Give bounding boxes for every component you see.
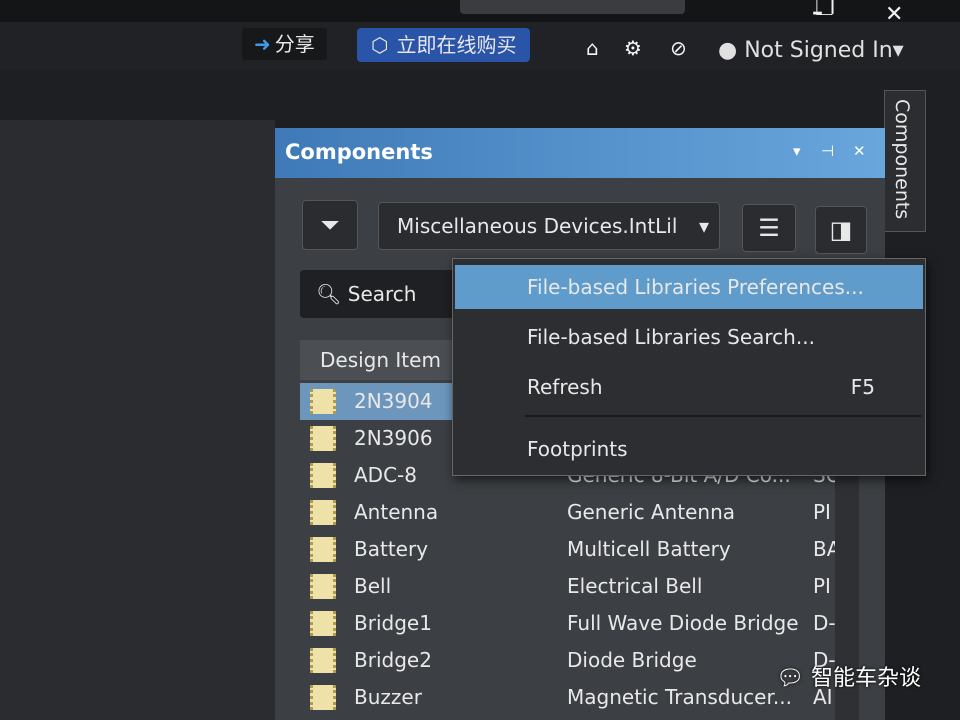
component-icon [310,389,336,414]
component-icon [310,648,336,673]
global-search-input[interactable] [460,0,685,14]
side-tab-components[interactable]: Components [884,90,926,232]
table-row[interactable]: Bridge2 Diode Bridge D- [300,642,835,679]
chevron-down-icon: ▾ [892,38,904,63]
panel-menu-button[interactable]: ▾ [793,142,801,160]
design-item-cell: Antenna [354,500,439,524]
library-cell: D- [813,611,835,635]
design-item-cell: Bridge1 [354,611,432,635]
share-button[interactable]: ➜ 分享 [242,28,327,60]
workspace [0,120,275,720]
pin-icon[interactable]: ⊣ [821,142,834,160]
menu-divider [525,415,921,417]
menu-item-libraries-search[interactable]: File-based Libraries Search... [455,315,923,359]
restore-button[interactable]: ❐ [815,0,835,21]
panel-title: Components [285,140,433,164]
search-placeholder: Search [347,282,417,306]
library-cell: PI [813,574,831,598]
home-icon[interactable]: ⌂ [586,36,599,60]
table-row[interactable]: Bell Electrical Bell PI [300,568,835,605]
bell-off-icon[interactable]: ⊘ [670,36,687,60]
menu-item-label: File-based Libraries Preferences... [527,275,864,299]
description-cell: Electrical Bell [567,574,703,598]
library-cell: PI [813,500,831,524]
description-cell: Magnetic Transducer... [567,685,792,709]
design-item-cell: Battery [354,537,429,561]
filter-button[interactable]: ⏷ [302,200,358,250]
table-row[interactable]: Bridge1 Full Wave Diode Bridge D- [300,605,835,642]
component-icon [310,611,336,636]
component-icon [310,685,336,710]
search-input[interactable]: 🔍︎ Search [300,270,460,318]
menu-item-preferences[interactable]: File-based Libraries Preferences... [455,265,923,309]
menu-item-label: Footprints [527,437,628,461]
library-dropdown[interactable]: Miscellaneous Devices.IntLil ▾ [378,202,720,250]
design-item-cell: 2N3904 [354,389,433,413]
user-menu[interactable]: ● Not Signed In▾ [718,38,904,63]
design-item-cell: ADC-8 [354,463,417,487]
design-item-cell: Bell [354,574,392,598]
user-icon: ● [718,38,738,63]
watermark: 💬︎ 智能车杂谈 [776,660,921,692]
component-icon [310,574,336,599]
split-panel-icon: ◨ [829,216,853,244]
filter-icon: ⏷ [320,211,340,239]
cube-icon: ⬡ [371,33,389,57]
table-row[interactable]: Battery Multicell Battery BA [300,531,835,568]
component-icon [310,500,336,525]
description-cell: Full Wave Diode Bridge [567,611,799,635]
menu-item-refresh[interactable]: Refresh F5 [455,365,923,409]
buy-online-button[interactable]: ⬡ 立即在线购买 [357,28,531,62]
description-cell: Multicell Battery [567,537,731,561]
library-cell: BA [813,537,835,561]
table-row[interactable]: Buzzer Magnetic Transducer... AI [300,679,835,716]
component-icon [310,537,336,562]
share-arrow-icon: ➜ [254,32,271,56]
wechat-icon: 💬︎ [776,666,804,691]
gear-icon[interactable]: ⚙ [624,36,642,60]
menu-item-label: File-based Libraries Search... [527,325,815,349]
watermark-text: 智能车杂谈 [810,666,921,691]
panel-dropdown-menu: File-based Libraries Preferences... File… [452,258,926,476]
hamburger-icon: ☰ [758,214,780,242]
component-icon [310,463,336,488]
side-tab-label: Components [891,99,913,220]
design-item-cell: 2N3906 [354,426,433,450]
panel-close-button[interactable]: ✕ [853,142,866,160]
toggle-details-button[interactable]: ◨ [815,206,867,254]
description-cell: Diode Bridge [567,648,697,672]
design-item-cell: Bridge2 [354,648,432,672]
shortcut-label: F5 [850,375,875,399]
component-icon [310,426,336,451]
user-label: Not Signed In [744,38,893,63]
description-cell: Generic Antenna [567,500,736,524]
chevron-down-icon: ▾ [698,214,709,238]
menu-button[interactable]: ☰ [742,204,796,252]
library-label: Miscellaneous Devices.IntLil [397,214,678,238]
buy-label: 立即在线购买 [396,33,517,57]
search-icon: 🔍︎ [316,282,342,306]
menu-item-label: Refresh [527,375,603,399]
design-item-cell: Buzzer [354,685,422,709]
share-label: 分享 [274,32,315,56]
table-row[interactable]: Antenna Generic Antenna PI [300,494,835,531]
panel-title-bar: Components ▾ ⊣ ✕ [275,128,885,178]
column-header-design-item[interactable]: Design Item [320,348,441,372]
menu-item-footprints[interactable]: Footprints [455,427,923,471]
